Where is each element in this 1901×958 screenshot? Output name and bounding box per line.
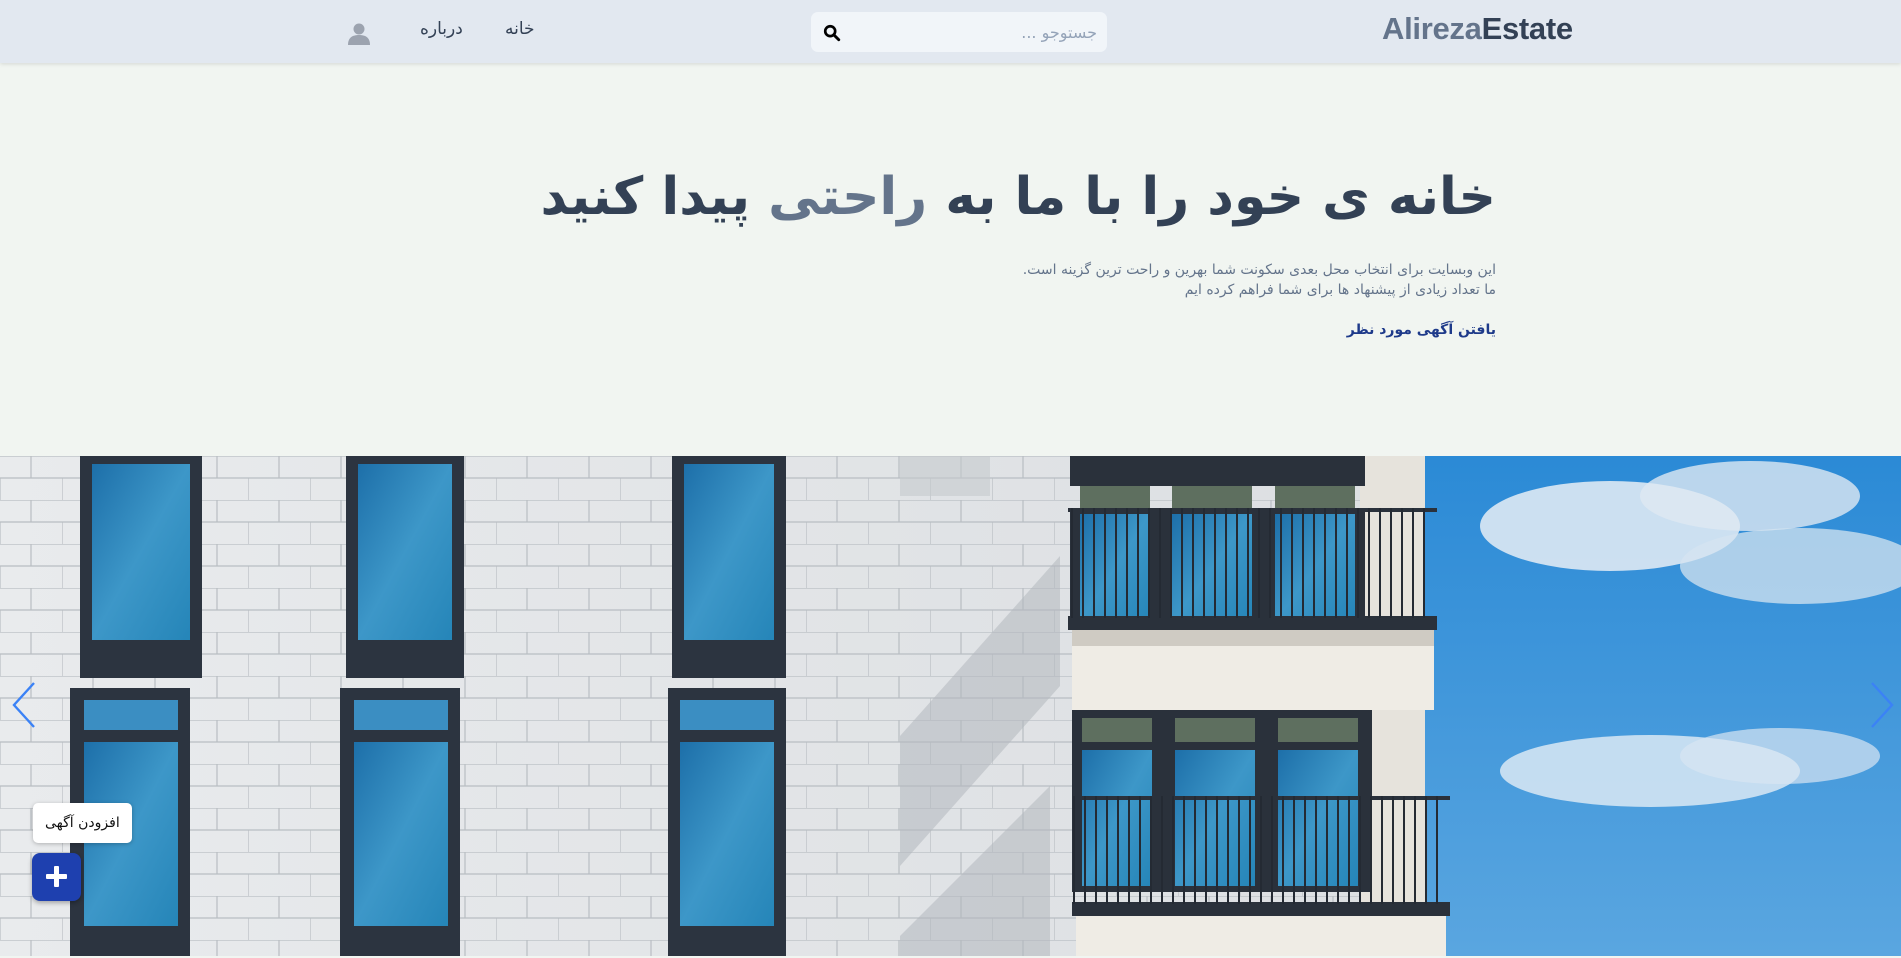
user-icon[interactable] <box>347 21 371 45</box>
chevron-right-icon[interactable] <box>1864 679 1898 731</box>
site-logo[interactable]: AlirezaEstate <box>1382 11 1573 47</box>
hero-title: خانه ی خود را با ما به راحتی پیدا کنید <box>541 167 1496 227</box>
top-navbar: AlirezaEstate خانه درباره <box>0 0 1901 63</box>
logo-part-estate: Estate <box>1481 11 1574 46</box>
logo-part-alireza: Alireza <box>1382 11 1482 46</box>
search-input[interactable] <box>851 12 1097 52</box>
nav-link-home[interactable]: خانه <box>505 19 535 39</box>
window-column-1 <box>70 456 202 956</box>
find-listing-link[interactable]: یافتن آگهی مورد نظر <box>1347 322 1496 338</box>
add-listing-button[interactable] <box>32 853 81 901</box>
search-icon[interactable] <box>823 24 841 42</box>
chevron-left-icon[interactable] <box>8 679 42 731</box>
building-photo <box>0 456 1901 956</box>
hero-description: این وبسایت برای انتخاب محل بعدی سکونت شم… <box>1023 260 1496 300</box>
search-box <box>811 12 1107 52</box>
plus-icon <box>46 866 67 887</box>
hero-description-line-1: این وبسایت برای انتخاب محل بعدی سکونت شم… <box>1022 262 1496 278</box>
nav-link-about[interactable]: درباره <box>420 19 463 39</box>
add-listing-tooltip: افزودن آگهی <box>33 803 132 843</box>
hero-title-end: پیدا کنید <box>540 167 769 227</box>
hero-title-start: خانه ی خود را با ما به <box>927 167 1496 227</box>
window-column-2 <box>340 456 464 956</box>
hero-section: خانه ی خود را با ما به راحتی پیدا کنید ا… <box>0 63 1901 456</box>
image-carousel <box>0 456 1901 956</box>
hero-description-line-2: ما تعداد زیادی از پیشنهاد ها برای شما فر… <box>1184 282 1496 298</box>
window-column-3 <box>668 456 786 956</box>
hero-title-accent: راحتی <box>768 167 928 227</box>
